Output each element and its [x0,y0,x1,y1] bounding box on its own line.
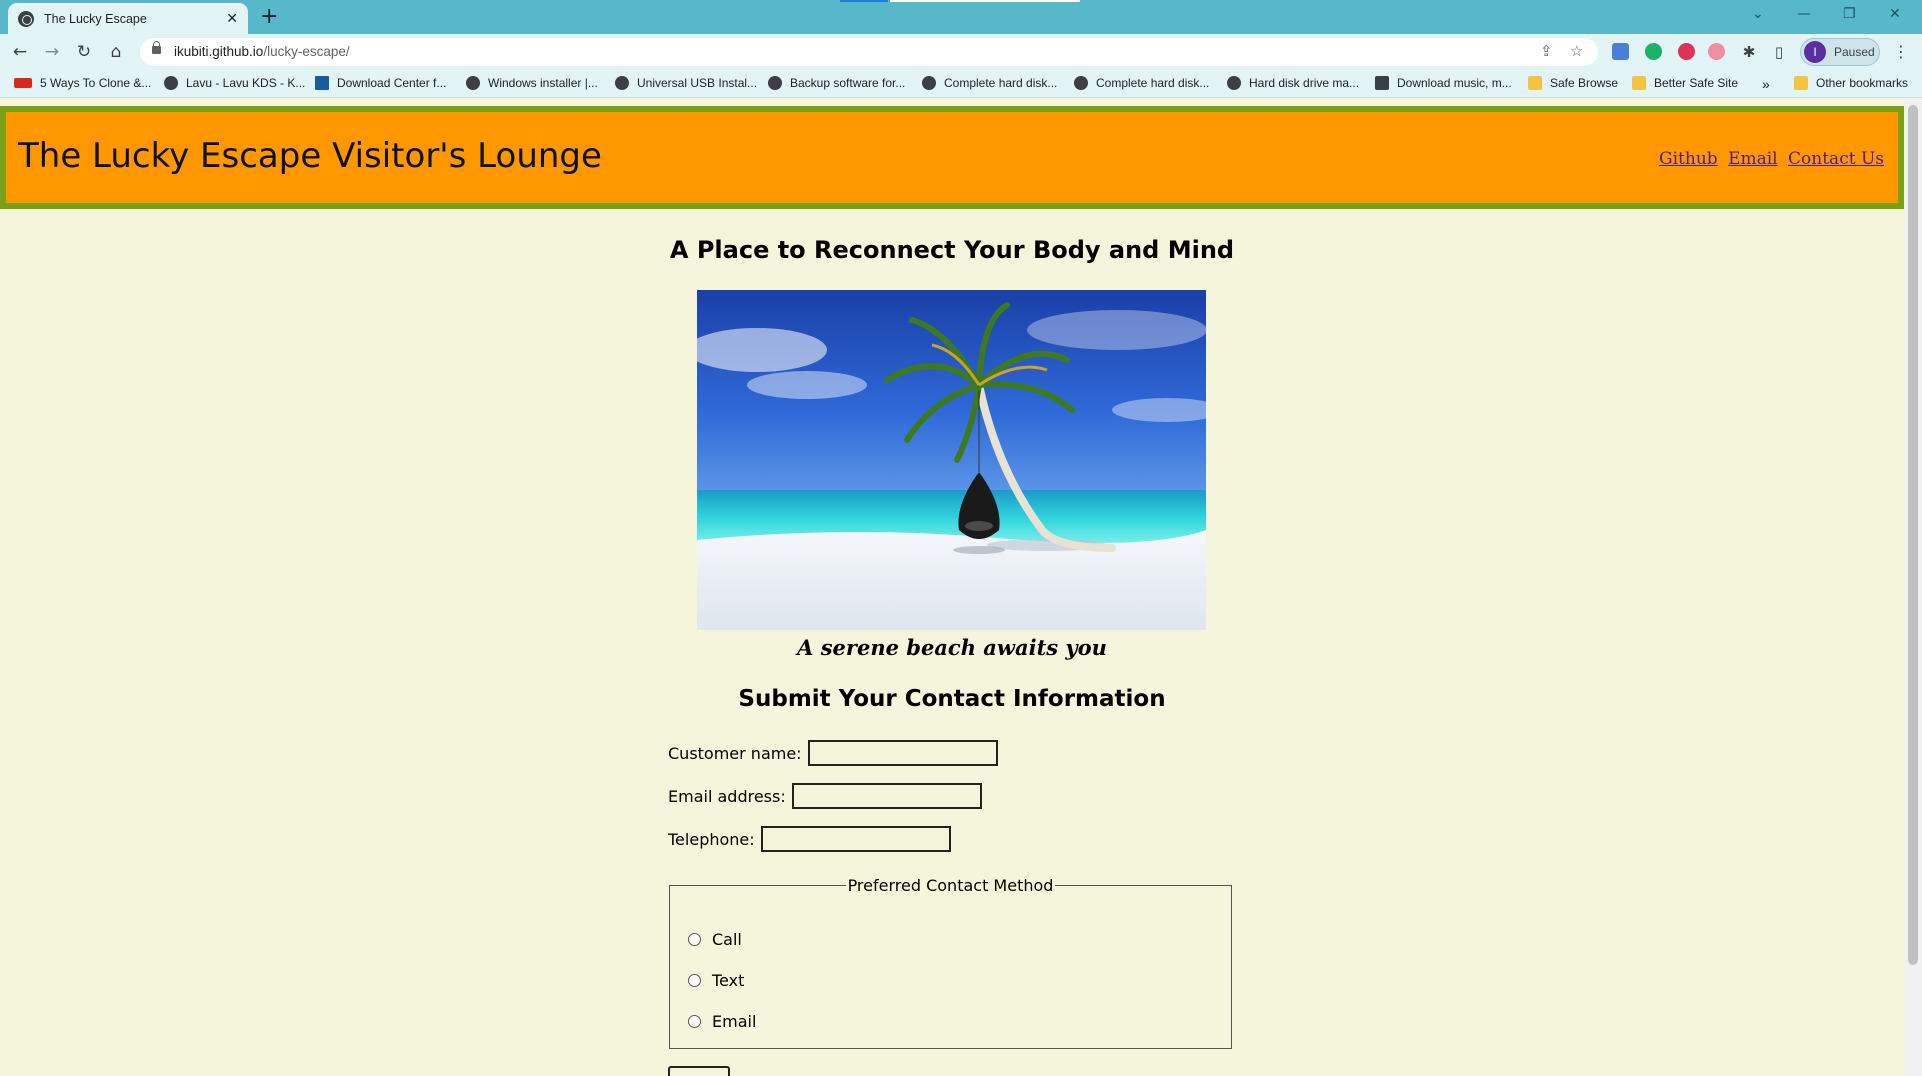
tab-strip-indicator [840,0,888,2]
globe-icon [164,76,178,90]
email-address-input[interactable] [791,783,982,809]
globe-icon [922,76,936,90]
extension-icon[interactable] [1612,43,1629,60]
nav-link-email[interactable]: Email [1728,149,1778,169]
beach-photo [697,290,1206,630]
browser-titlebar: The Lucky Escape ✕ + ⌄ — ❐ ✕ [0,0,1922,34]
site-title: The Lucky Escape Visitor's Lounge [18,136,602,176]
grammarly-icon[interactable] [1645,43,1662,60]
browser-toolbar: ← → ↻ ⌂ ikubiti.github.io/lucky-escape/ … [0,34,1922,70]
tab-title: The Lucky Escape [44,11,147,26]
fieldset-legend: Preferred Contact Method [847,876,1054,895]
tab-search-icon[interactable]: ⌄ [1752,6,1764,22]
page-subtitle: A Place to Reconnect Your Body and Mind [669,236,1235,264]
address-url[interactable]: ikubiti.github.io/lucky-escape/ [174,44,350,59]
bookmark-item[interactable]: Complete hard disk... [922,76,1057,90]
telephone-input[interactable] [760,826,951,852]
telephone-label: Telephone: [668,829,755,849]
globe-icon [768,76,782,90]
globe-icon [615,76,629,90]
bookmark-item[interactable]: Hard disk drive ma... [1227,76,1359,90]
bookmark-item[interactable]: Better Safe Site [1632,76,1738,90]
bookmark-item[interactable]: Download music, m... [1375,76,1512,90]
bookmark-item[interactable]: Safe Browse [1528,76,1618,90]
home-icon[interactable]: ⌂ [104,40,128,64]
vmware-icon [315,76,329,90]
folder-lock-icon [1632,76,1646,90]
reload-icon[interactable]: ↻ [72,40,96,64]
other-bookmarks[interactable]: Other bookmarks [1794,76,1908,90]
tab-close-icon[interactable]: ✕ [226,11,238,27]
bookmark-item[interactable]: 5 Ways To Clone &... [14,76,151,90]
forward-icon[interactable]: → [40,40,64,64]
customer-name-input[interactable] [807,740,998,766]
nav-link-contact-us[interactable]: Contact Us [1788,149,1884,169]
image-caption: A serene beach awaits you [797,635,1107,660]
globe-icon [1074,76,1088,90]
bookmark-star-icon[interactable]: ☆ [1570,42,1583,60]
music-icon [1375,76,1389,90]
profile-status: Paused [1834,45,1875,59]
radio-text[interactable] [688,974,701,987]
address-bar[interactable]: ikubiti.github.io/lucky-escape/ ⇪ ☆ [140,38,1598,66]
preferred-contact-fieldset: Preferred Contact Method Call Text Email [669,876,1232,1049]
form-title: Submit Your Contact Information [738,686,1166,712]
share-icon[interactable]: ⇪ [1540,42,1553,60]
radio-option-email[interactable]: Email [688,1012,756,1031]
radio-call[interactable] [688,933,701,946]
github-favicon-icon [18,10,34,27]
bookmark-item[interactable]: Complete hard disk... [1074,76,1209,90]
folder-icon [1794,76,1808,90]
nav-link-github[interactable]: Github [1659,149,1718,169]
bookmark-item[interactable]: Backup software for... [768,76,905,90]
radio-label: Text [712,971,745,990]
side-panel-icon[interactable]: ▯ [1767,40,1791,64]
red-logo-icon [14,78,32,88]
page-scrollbar[interactable] [1904,99,1922,1076]
browser-menu-icon[interactable]: ⋮ [1893,42,1909,61]
site-header: The Lucky Escape Visitor's Lounge Github… [0,106,1904,209]
site-nav: Github Email Contact Us [1654,149,1884,169]
globe-icon [1227,76,1241,90]
radio-label: Call [712,930,742,949]
customer-name-label: Customer name: [668,743,802,763]
submit-button[interactable] [668,1066,730,1076]
bookmark-item[interactable]: Windows installer |... [466,76,598,90]
radio-option-call[interactable]: Call [688,930,742,949]
minimize-icon[interactable]: — [1797,6,1811,22]
radio-label: Email [712,1012,757,1031]
avatar: I [1804,41,1826,63]
radio-option-text[interactable]: Text [688,971,744,990]
lock-icon [152,41,161,54]
bookmark-item[interactable]: Download Center f... [315,76,446,90]
radio-email[interactable] [688,1015,701,1028]
beach-palm-image [697,290,1206,630]
more-bookmarks-icon[interactable]: » [1762,76,1770,92]
back-icon[interactable]: ← [8,40,32,64]
scrollbar-thumb[interactable] [1908,105,1918,965]
email-address-field: Email address: [668,783,982,809]
window-close-icon[interactable]: ✕ [1889,6,1901,22]
new-tab-icon[interactable]: + [260,6,278,28]
web-page: The Lucky Escape Visitor's Lounge Github… [0,99,1904,1076]
restore-icon[interactable]: ❐ [1843,6,1856,22]
extensions-puzzle-icon[interactable]: ✱ [1737,40,1761,64]
tab-strip-indicator [890,0,1080,2]
email-address-label: Email address: [668,786,786,806]
telephone-field: Telephone: [668,826,951,852]
bookmark-item[interactable]: Universal USB Instal... [615,76,757,90]
customer-name-field: Customer name: [668,740,998,766]
profile-button[interactable]: I Paused [1800,38,1880,66]
extension-shield-icon[interactable] [1678,43,1695,60]
extension-record-icon[interactable] [1708,43,1725,60]
globe-icon [466,76,480,90]
browser-tab[interactable]: The Lucky Escape ✕ [8,3,248,34]
folder-lock-icon [1528,76,1542,90]
bookmarks-bar: 5 Ways To Clone &... Lavu - Lavu KDS - K… [0,70,1922,98]
bookmark-item[interactable]: Lavu - Lavu KDS - K... [164,76,305,90]
